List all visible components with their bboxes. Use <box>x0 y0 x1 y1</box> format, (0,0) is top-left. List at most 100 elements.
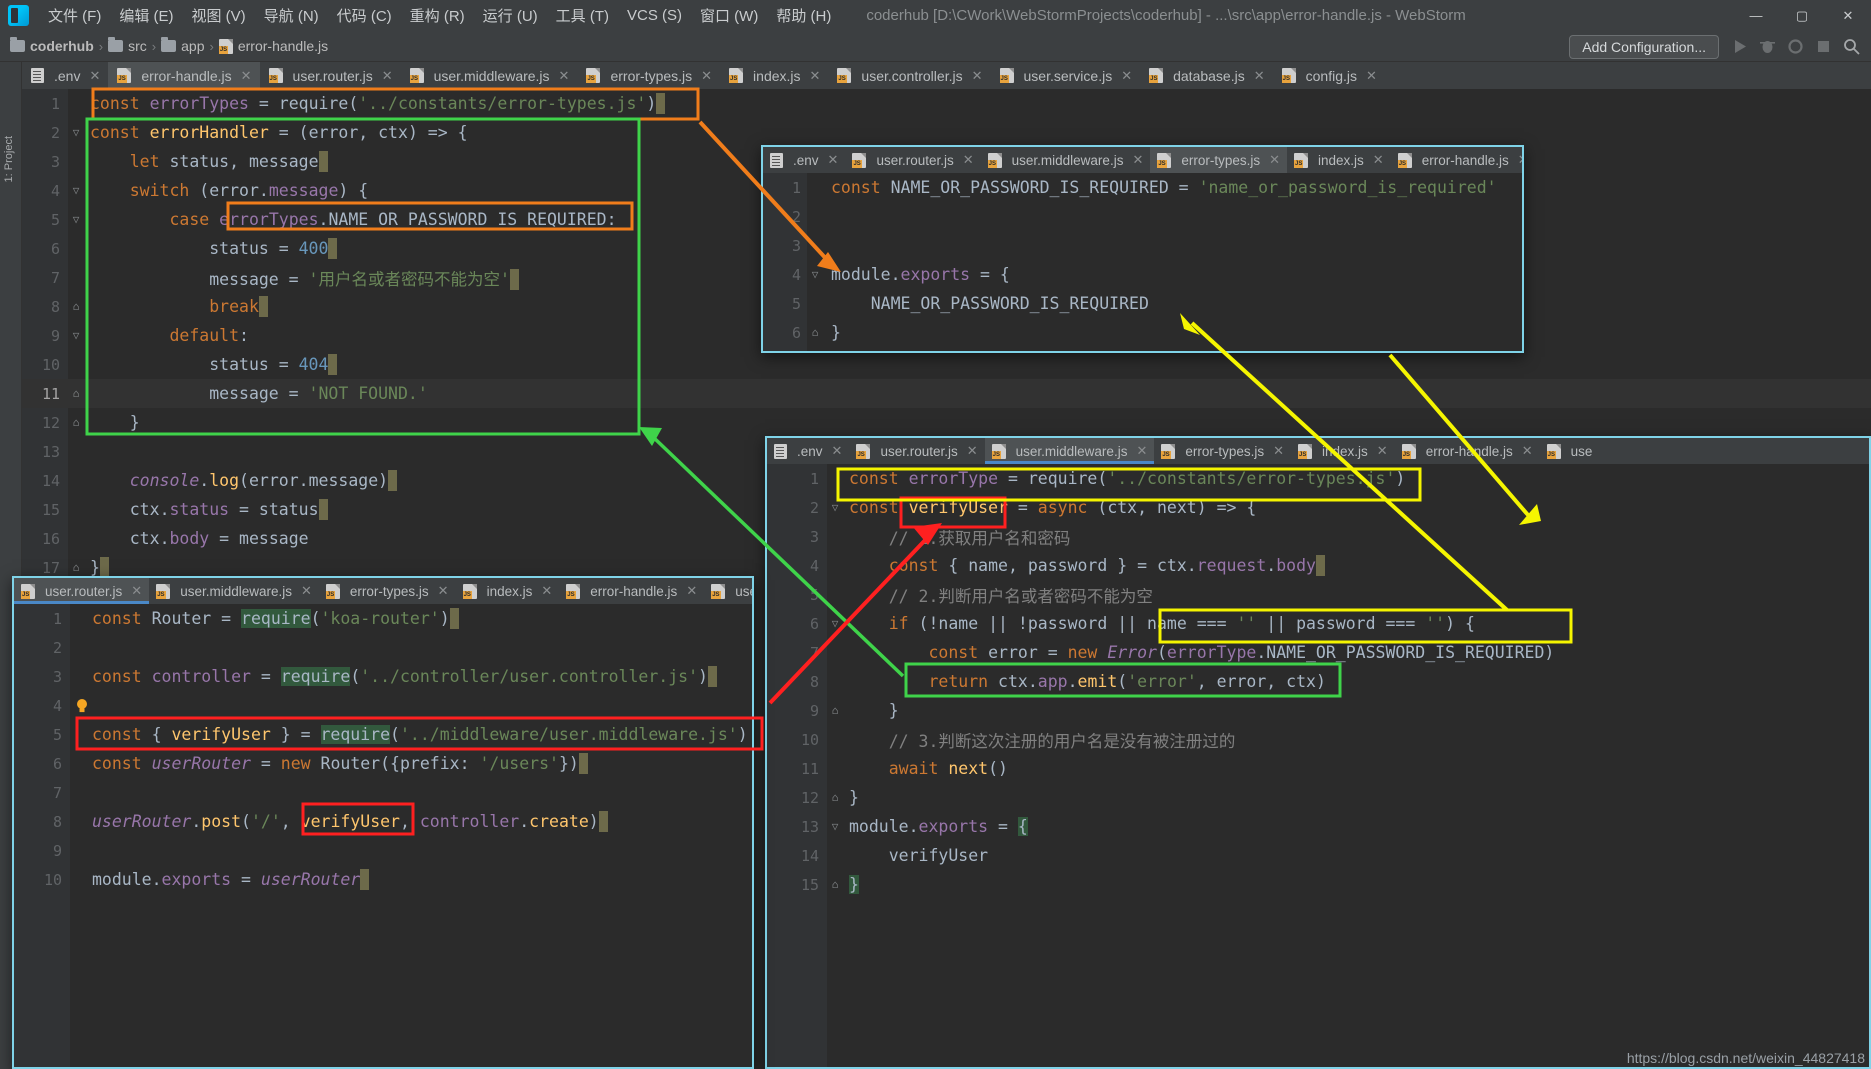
fold-marker-icon[interactable]: ⌂ <box>829 791 841 804</box>
tab-user-middleware-js[interactable]: user.middleware.js ✕ <box>149 578 319 604</box>
tab-error-handle-js[interactable]: error-handle.js ✕ <box>1391 147 1522 173</box>
tab-user-middleware-js[interactable]: user.middleware.js ✕ <box>984 438 1155 464</box>
add-configuration-button[interactable]: Add Configuration... <box>1569 35 1719 59</box>
debug-icon[interactable] <box>1758 37 1777 56</box>
tab-close-icon[interactable]: ✕ <box>301 583 312 599</box>
tab-user-controller-js[interactable]: user.controller.js ✕ <box>828 62 990 89</box>
tab-index-js[interactable]: index.js ✕ <box>720 62 828 89</box>
tab-close-icon[interactable]: ✕ <box>972 68 983 84</box>
code-line[interactable]: 5 // 2.判断用户名或者密码不能为空 <box>767 580 1869 609</box>
tab-env[interactable]: .env ✕ <box>763 147 845 173</box>
tab-close-icon[interactable]: ✕ <box>131 583 142 599</box>
tab-close-icon[interactable]: ✕ <box>1373 152 1384 168</box>
tab-close-icon[interactable]: ✕ <box>828 152 839 168</box>
tab-close-icon[interactable]: ✕ <box>832 443 843 459</box>
fold-marker-icon[interactable]: ▽ <box>809 268 821 281</box>
code-line[interactable]: 4 const { name, password } = ctx.request… <box>767 551 1869 580</box>
search-everywhere-icon[interactable] <box>1842 37 1861 56</box>
tab-error-handle-js[interactable]: error-handle.js ✕ <box>1395 438 1540 464</box>
tab-index-js[interactable]: index.js ✕ <box>456 578 560 604</box>
breadcrumb-item-project[interactable]: coderhub <box>30 38 94 54</box>
code-line[interactable]: 5 NAME_OR_PASSWORD_IS_REQUIRED <box>763 289 1522 318</box>
tab-error-types-js[interactable]: error-types.js ✕ <box>577 62 720 89</box>
tab-user-overflow[interactable]: use <box>1540 438 1600 464</box>
menu-item-edit[interactable]: 编辑 (E) <box>110 3 182 28</box>
tab-error-types-js[interactable]: error-types.js ✕ <box>1150 147 1288 173</box>
fold-marker-icon[interactable]: ⌂ <box>70 300 82 313</box>
menu-item-code[interactable]: 代码 (C) <box>328 3 401 28</box>
fold-marker-icon[interactable]: ▽ <box>70 213 82 226</box>
tab-close-icon[interactable]: ✕ <box>1269 152 1280 168</box>
code-line[interactable]: 7 const error = new Error(errorType.NAME… <box>767 638 1869 667</box>
code-line[interactable]: 2 <box>763 202 1522 231</box>
code-line[interactable]: 6 ▽ if (!name || !password || name === '… <box>767 609 1869 638</box>
tab-close-icon[interactable]: ✕ <box>89 68 100 84</box>
tab-close-icon[interactable]: ✕ <box>382 68 393 84</box>
tab-error-types-js[interactable]: error-types.js ✕ <box>1154 438 1291 464</box>
menu-item-window[interactable]: 窗口 (W) <box>691 3 767 28</box>
fold-marker-icon[interactable]: ⌂ <box>70 561 82 574</box>
code-line[interactable]: 13 ▽ module.exports = { <box>767 812 1869 841</box>
fold-marker-icon[interactable]: ⌂ <box>70 387 82 400</box>
tab-database-js[interactable]: database.js ✕ <box>1140 62 1273 89</box>
project-tool-window-button[interactable]: 1: Project <box>3 136 15 182</box>
menu-item-vcs[interactable]: VCS (S) <box>618 5 691 26</box>
tab-error-handle-js[interactable]: error-handle.js ✕ <box>108 62 260 89</box>
tab-close-icon[interactable]: ✕ <box>241 68 252 84</box>
code-line[interactable]: 4 <box>14 691 752 720</box>
tab-close-icon[interactable]: ✕ <box>810 68 821 84</box>
tab-close-icon[interactable]: ✕ <box>1121 68 1132 84</box>
code-line[interactable]: 4 ▽ module.exports = { <box>763 260 1522 289</box>
tab-close-icon[interactable]: ✕ <box>1518 152 1522 168</box>
code-line[interactable]: 1 const errorTypes = require('../constan… <box>22 89 1871 118</box>
menu-item-run[interactable]: 运行 (U) <box>474 3 547 28</box>
menu-bar[interactable]: 文件 (F) 编辑 (E) 视图 (V) 导航 (N) 代码 (C) 重构 (R… <box>39 3 840 28</box>
maximize-button[interactable]: ▢ <box>1779 0 1825 31</box>
window-controls[interactable]: — ▢ ✕ <box>1733 0 1871 31</box>
code-line[interactable]: 9 <box>14 836 752 865</box>
tab-close-icon[interactable]: ✕ <box>1136 443 1147 459</box>
code-line[interactable]: 6 const userRouter = new Router({prefix:… <box>14 749 752 778</box>
code-line[interactable]: 9 ⌂ } <box>767 696 1869 725</box>
tab-index-js[interactable]: index.js ✕ <box>1287 147 1391 173</box>
breadcrumb[interactable]: coderhub › src › app › error-handle.js <box>10 37 328 54</box>
run-icon[interactable] <box>1730 37 1749 56</box>
menu-item-refactor[interactable]: 重构 (R) <box>401 3 474 28</box>
tab-user-controller-overflow[interactable]: user.con <box>704 578 752 604</box>
tab-close-icon[interactable]: ✕ <box>1522 443 1533 459</box>
fold-marker-icon[interactable]: ▽ <box>70 126 82 139</box>
stop-icon[interactable] <box>1814 37 1833 56</box>
main-editor-tab-strip[interactable]: .env ✕ error-handle.js ✕ user.router.js … <box>22 62 1871 89</box>
fold-marker-icon[interactable]: ⌂ <box>829 704 841 717</box>
tab-close-icon[interactable]: ✕ <box>686 583 697 599</box>
code-line[interactable]: 1 const errorType = require('../constant… <box>767 464 1869 493</box>
tab-env[interactable]: .env ✕ <box>22 62 108 89</box>
code-line[interactable]: 14 verifyUser <box>767 841 1869 870</box>
code-line[interactable]: 1 const NAME_OR_PASSWORD_IS_REQUIRED = '… <box>763 173 1522 202</box>
code-line[interactable]: 11 await next() <box>767 754 1869 783</box>
panel-error-types-js[interactable]: .env ✕ user.router.js ✕ user.middleware.… <box>761 145 1524 353</box>
tab-close-icon[interactable]: ✕ <box>1254 68 1265 84</box>
fold-marker-icon[interactable]: ▽ <box>829 617 841 630</box>
panel-user-router-js[interactable]: user.router.js ✕ user.middleware.js ✕ er… <box>12 576 754 1069</box>
code-line[interactable]: 11 ⌂ message = 'NOT FOUND.' <box>22 379 1871 408</box>
tab-user-middleware-js[interactable]: user.middleware.js ✕ <box>981 147 1151 173</box>
menu-item-help[interactable]: 帮助 (H) <box>767 3 840 28</box>
panel-error-types-tab-strip[interactable]: .env ✕ user.router.js ✕ user.middleware.… <box>763 147 1522 173</box>
tab-error-handle-js[interactable]: error-handle.js ✕ <box>559 578 704 604</box>
breadcrumb-item-src[interactable]: src <box>128 38 147 54</box>
code-line[interactable]: 2 <box>14 633 752 662</box>
tab-index-js[interactable]: index.js ✕ <box>1291 438 1395 464</box>
panel-router-editor[interactable]: 1 const Router = require('koa-router') 2… <box>14 604 752 1067</box>
fold-marker-icon[interactable]: ⌂ <box>809 326 821 339</box>
code-line[interactable]: 6 ⌂ } <box>763 318 1522 347</box>
code-line[interactable]: 2 ▽ const errorHandler = (error, ctx) =>… <box>22 118 1871 147</box>
tab-close-icon[interactable]: ✕ <box>701 68 712 84</box>
tab-user-service-js[interactable]: user.service.js ✕ <box>991 62 1141 89</box>
menu-item-file[interactable]: 文件 (F) <box>39 3 110 28</box>
code-line[interactable]: 7 <box>14 778 752 807</box>
breadcrumb-item-app[interactable]: app <box>181 38 204 54</box>
code-line[interactable]: 5 const { verifyUser } = require('../mid… <box>14 720 752 749</box>
code-line[interactable]: 3 const controller = require('../control… <box>14 662 752 691</box>
fold-marker-icon[interactable]: ▽ <box>70 329 82 342</box>
